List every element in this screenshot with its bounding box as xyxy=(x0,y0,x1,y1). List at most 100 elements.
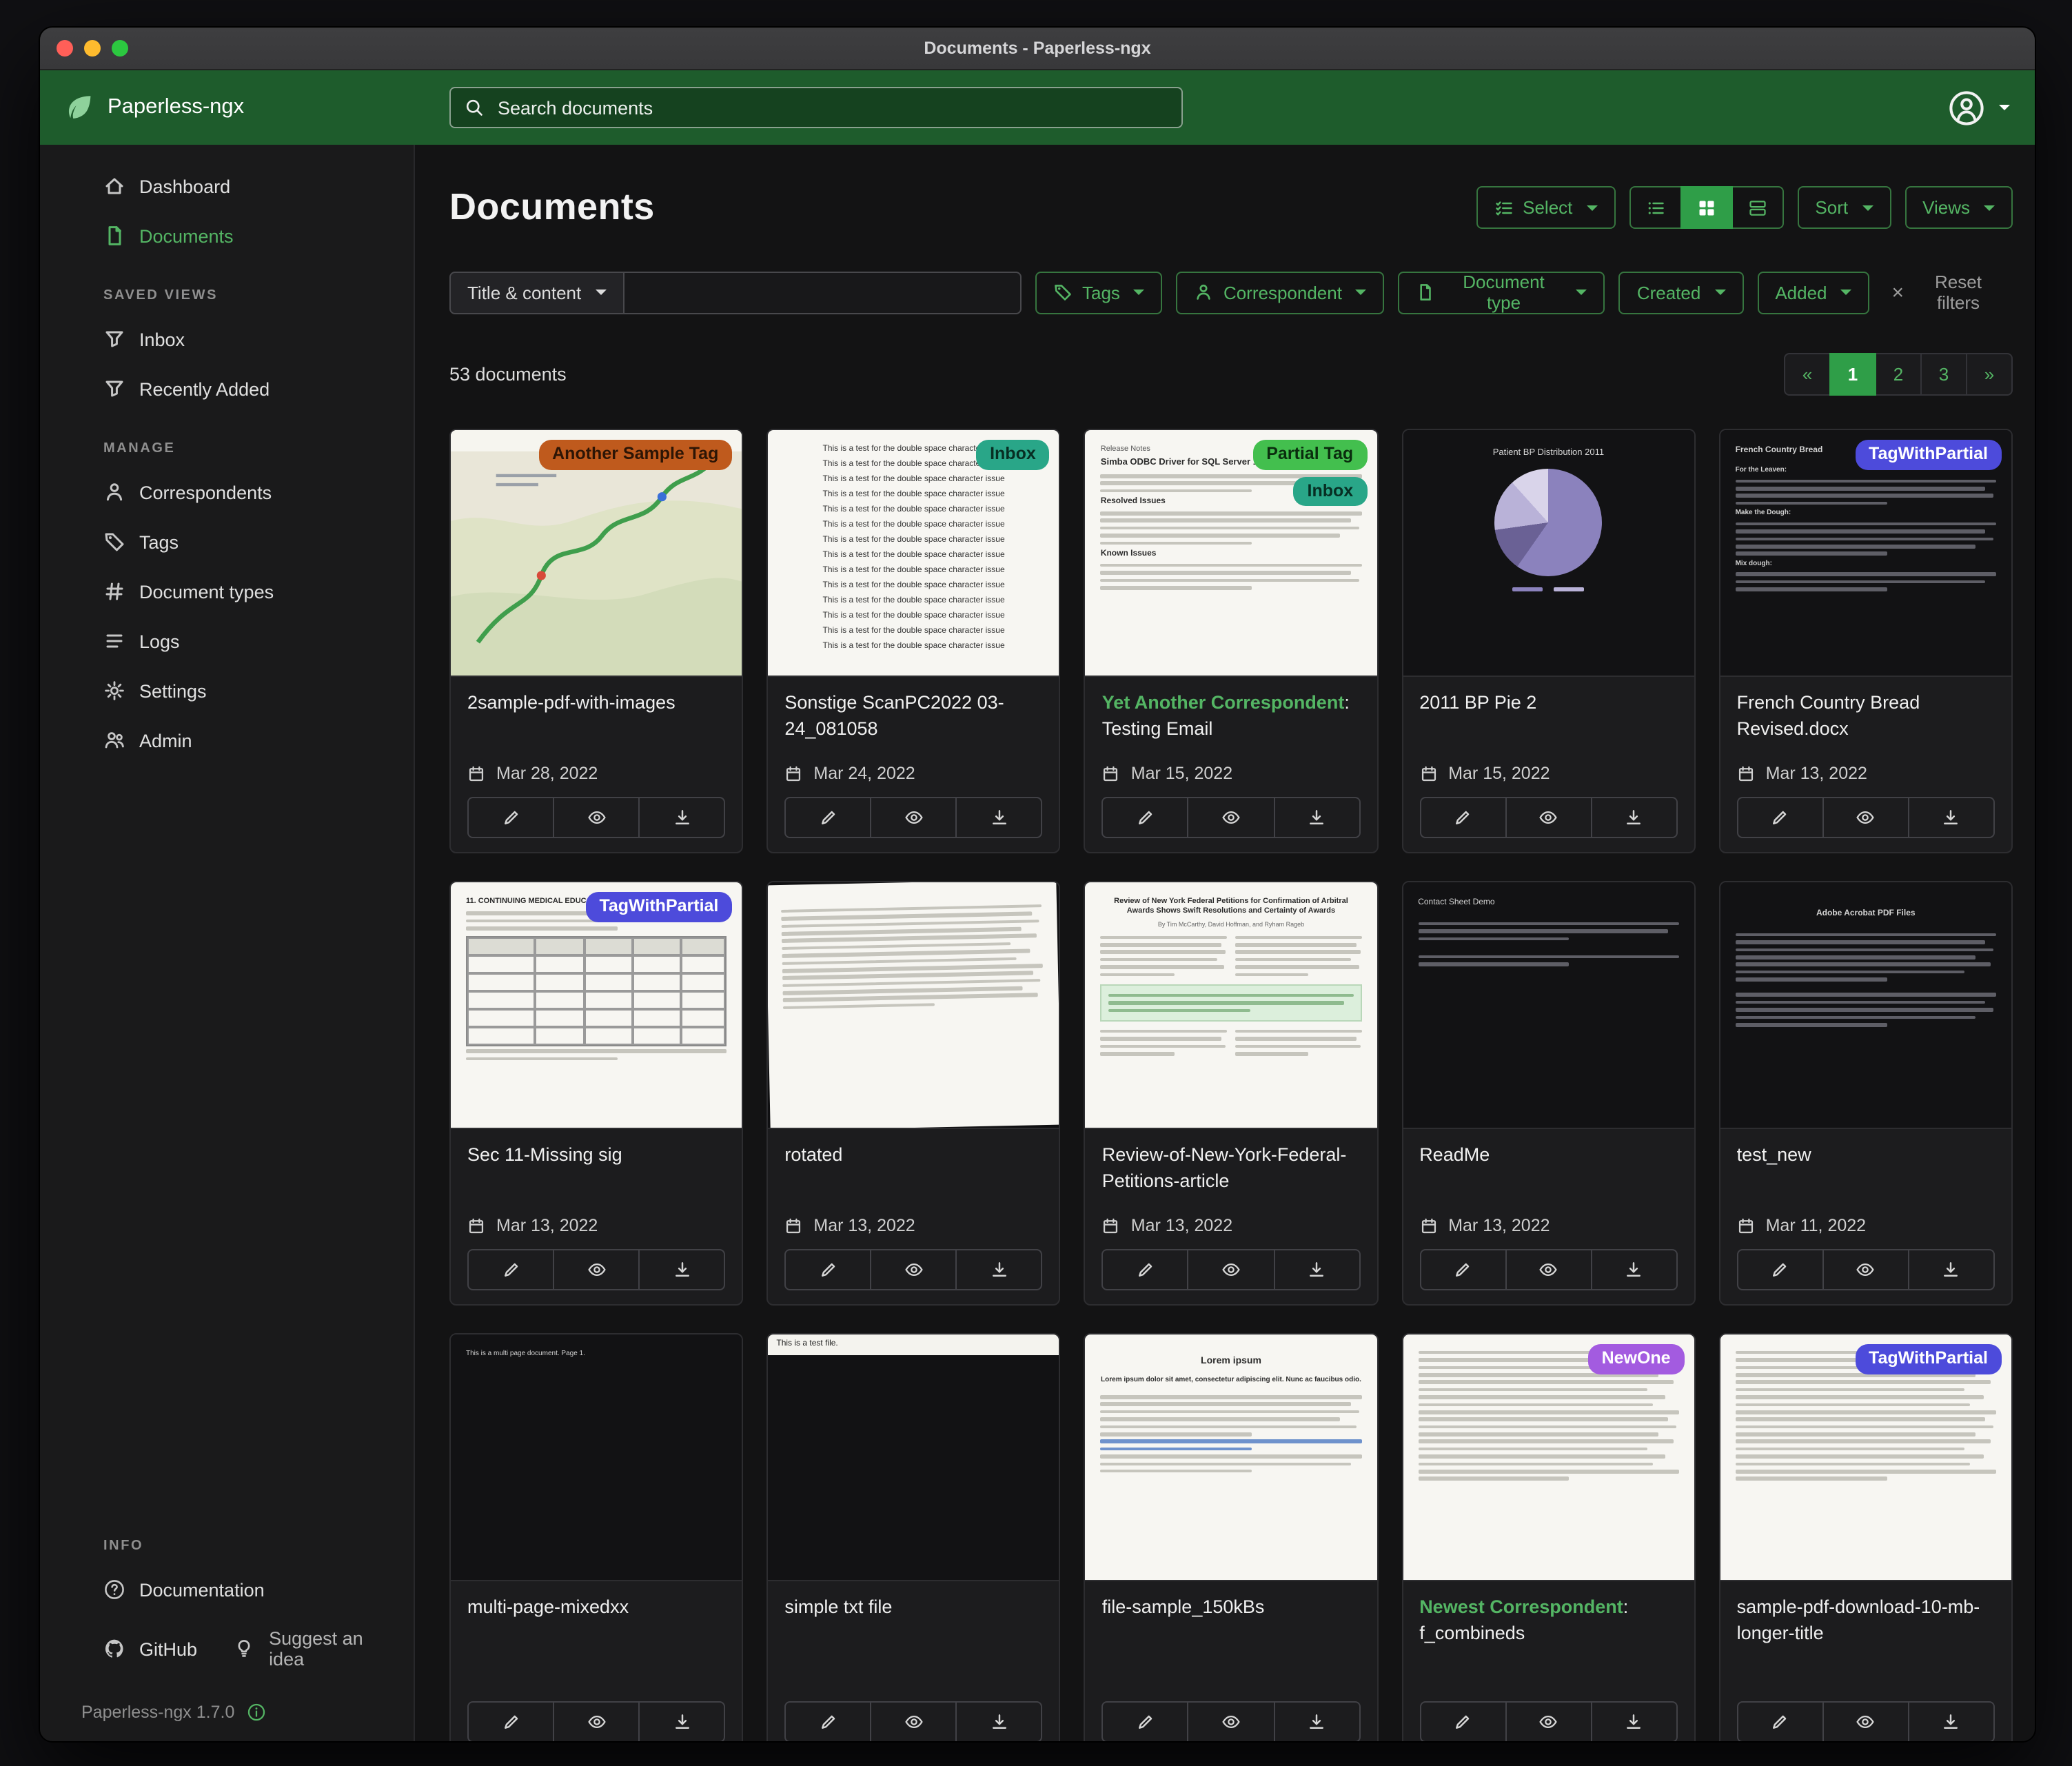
document-card[interactable]: Review of New York Federal Petitions for… xyxy=(1084,881,1378,1306)
document-card[interactable]: Release NotesSimba ODBC Driver for SQL S… xyxy=(1084,429,1378,853)
edit-button[interactable] xyxy=(784,797,871,838)
title-content-dropdown[interactable]: Title & content xyxy=(449,271,624,314)
document-title[interactable]: multi-page-mixedxx xyxy=(467,1595,725,1647)
preview-button[interactable] xyxy=(1188,1701,1274,1741)
pagination-page-1[interactable]: 1 xyxy=(1829,353,1876,396)
tag-badge[interactable]: Another Sample Tag xyxy=(538,440,732,469)
views-button[interactable]: Views xyxy=(1905,186,2013,229)
edit-button[interactable] xyxy=(1737,1249,1824,1290)
preview-button[interactable] xyxy=(871,1249,957,1290)
tag-badge[interactable]: TagWithPartial xyxy=(585,892,732,922)
tags-filter-button[interactable]: Tags xyxy=(1035,271,1163,314)
edit-button[interactable] xyxy=(467,1701,554,1741)
document-thumbnail[interactable]: This is a test file. xyxy=(768,1334,1059,1581)
sidebar-item-admin[interactable]: Admin xyxy=(40,715,414,765)
document-thumbnail[interactable]: This is a test for the double space char… xyxy=(768,430,1059,677)
view-grid-button[interactable] xyxy=(1680,186,1732,229)
tag-badge[interactable]: TagWithPartial xyxy=(1855,440,2002,469)
tag-badge[interactable]: Partial Tag xyxy=(1252,440,1367,469)
document-title[interactable]: sample-pdf-download-10-mb-longer-title xyxy=(1737,1595,1995,1647)
document-thumbnail[interactable] xyxy=(768,882,1059,1129)
document-title[interactable]: Sec 11-Missing sig xyxy=(467,1143,725,1195)
document-card[interactable]: Patient BP Distribution 2011 2011 BP Pie… xyxy=(1401,429,1695,853)
minimize-button[interactable] xyxy=(84,40,101,57)
document-card[interactable]: This is a test file. simple txt file xyxy=(766,1333,1060,1741)
download-button[interactable] xyxy=(1908,797,1995,838)
document-title[interactable]: test_new xyxy=(1737,1143,1995,1195)
download-button[interactable] xyxy=(1590,797,1677,838)
document-card[interactable]: French Country BreadFor the Leaven:Make … xyxy=(1719,429,2013,853)
sidebar-item-documents[interactable]: Documents xyxy=(40,211,414,261)
sidebar-item-inbox[interactable]: Inbox xyxy=(40,314,414,364)
document-thumbnail[interactable]: Contact Sheet Demo xyxy=(1403,882,1694,1129)
sidebar-item-recently-added[interactable]: Recently Added xyxy=(40,364,414,414)
download-button[interactable] xyxy=(1590,1249,1677,1290)
document-title[interactable]: 2sample-pdf-with-images xyxy=(467,691,725,743)
correspondent-filter-button[interactable]: Correspondent xyxy=(1177,271,1385,314)
preview-button[interactable] xyxy=(1822,1249,1909,1290)
preview-button[interactable] xyxy=(871,1701,957,1741)
document-card[interactable]: Another Sample Tag 2sample-pdf-with-imag… xyxy=(449,429,743,853)
document-thumbnail[interactable]: Release NotesSimba ODBC Driver for SQL S… xyxy=(1086,430,1377,677)
sidebar-item-document-types[interactable]: Document types xyxy=(40,567,414,616)
document-card[interactable]: rotated Mar 13, 2022 xyxy=(766,881,1060,1306)
sidebar-item-tags[interactable]: Tags xyxy=(40,517,414,567)
reset-filters-button[interactable]: × Reset filters xyxy=(1884,270,2013,314)
preview-button[interactable] xyxy=(1505,797,1592,838)
edit-button[interactable] xyxy=(467,1249,554,1290)
pagination-next[interactable]: » xyxy=(1966,353,2013,396)
preview-button[interactable] xyxy=(553,1701,640,1741)
edit-button[interactable] xyxy=(1419,1249,1506,1290)
tag-badge[interactable]: Inbox xyxy=(976,440,1050,469)
edit-button[interactable] xyxy=(1419,1701,1506,1741)
document-thumbnail[interactable]: Patient BP Distribution 2011 xyxy=(1403,430,1694,677)
zoom-button[interactable] xyxy=(112,40,128,57)
brand[interactable]: Paperless-ngx xyxy=(65,92,449,123)
sidebar-item-logs[interactable]: Logs xyxy=(40,616,414,666)
document-card[interactable]: 11. CONTINUING MEDICAL EDUCA TagWithPart… xyxy=(449,881,743,1306)
sidebar-item-documentation[interactable]: Documentation xyxy=(40,1565,414,1614)
tag-badge[interactable]: TagWithPartial xyxy=(1855,1344,2002,1374)
document-thumbnail[interactable]: NewOne xyxy=(1403,1334,1694,1581)
document-card[interactable]: Lorem ipsumLorem ipsum dolor sit amet, c… xyxy=(1084,1333,1378,1741)
document-title[interactable]: simple txt file xyxy=(784,1595,1042,1647)
download-button[interactable] xyxy=(1908,1701,1995,1741)
download-button[interactable] xyxy=(1908,1249,1995,1290)
document-card[interactable]: TagWithPartial sample-pdf-download-10-mb… xyxy=(1719,1333,2013,1741)
sort-button[interactable]: Sort xyxy=(1797,186,1891,229)
document-thumbnail[interactable]: Review of New York Federal Petitions for… xyxy=(1086,882,1377,1129)
preview-button[interactable] xyxy=(553,797,640,838)
download-button[interactable] xyxy=(956,1249,1043,1290)
edit-button[interactable] xyxy=(1419,797,1506,838)
download-button[interactable] xyxy=(638,797,725,838)
preview-button[interactable] xyxy=(1188,1249,1274,1290)
document-correspondent[interactable]: Newest Correspondent xyxy=(1419,1596,1623,1617)
tag-badge[interactable]: Inbox xyxy=(1294,476,1368,506)
select-button[interactable]: Select xyxy=(1476,186,1615,229)
document-title[interactable]: Review-of-New-York-Federal-Petitions-art… xyxy=(1102,1143,1360,1195)
document-title[interactable]: ReadMe xyxy=(1419,1143,1677,1195)
pagination-page-3[interactable]: 3 xyxy=(1920,353,1967,396)
view-detail-button[interactable] xyxy=(1731,186,1783,229)
document-title[interactable]: Sonstige ScanPC2022 03-24_081058 xyxy=(784,691,1042,743)
document-card[interactable]: Contact Sheet Demo ReadMe Mar 13, 2022 xyxy=(1401,881,1695,1306)
document-card[interactable]: NewOne Newest Correspondent: f_combineds xyxy=(1401,1333,1695,1741)
view-list-button[interactable] xyxy=(1629,186,1681,229)
download-button[interactable] xyxy=(1273,1701,1360,1741)
download-button[interactable] xyxy=(638,1701,725,1741)
title-content-input[interactable] xyxy=(624,271,1022,314)
pagination-prev[interactable]: « xyxy=(1784,353,1831,396)
edit-button[interactable] xyxy=(1102,1249,1189,1290)
document-title[interactable]: file-sample_150kBs xyxy=(1102,1595,1360,1647)
preview-button[interactable] xyxy=(553,1249,640,1290)
document-type-filter-button[interactable]: Document type xyxy=(1399,271,1605,314)
edit-button[interactable] xyxy=(1737,1701,1824,1741)
document-card[interactable]: This is a test for the double space char… xyxy=(766,429,1060,853)
document-title[interactable]: Newest Correspondent: f_combineds xyxy=(1419,1595,1677,1647)
download-button[interactable] xyxy=(956,1701,1043,1741)
document-title[interactable]: rotated xyxy=(784,1143,1042,1195)
document-thumbnail[interactable]: Lorem ipsumLorem ipsum dolor sit amet, c… xyxy=(1086,1334,1377,1581)
tag-badge[interactable]: NewOne xyxy=(1588,1344,1685,1374)
created-filter-button[interactable]: Created xyxy=(1619,271,1744,314)
download-button[interactable] xyxy=(1273,797,1360,838)
